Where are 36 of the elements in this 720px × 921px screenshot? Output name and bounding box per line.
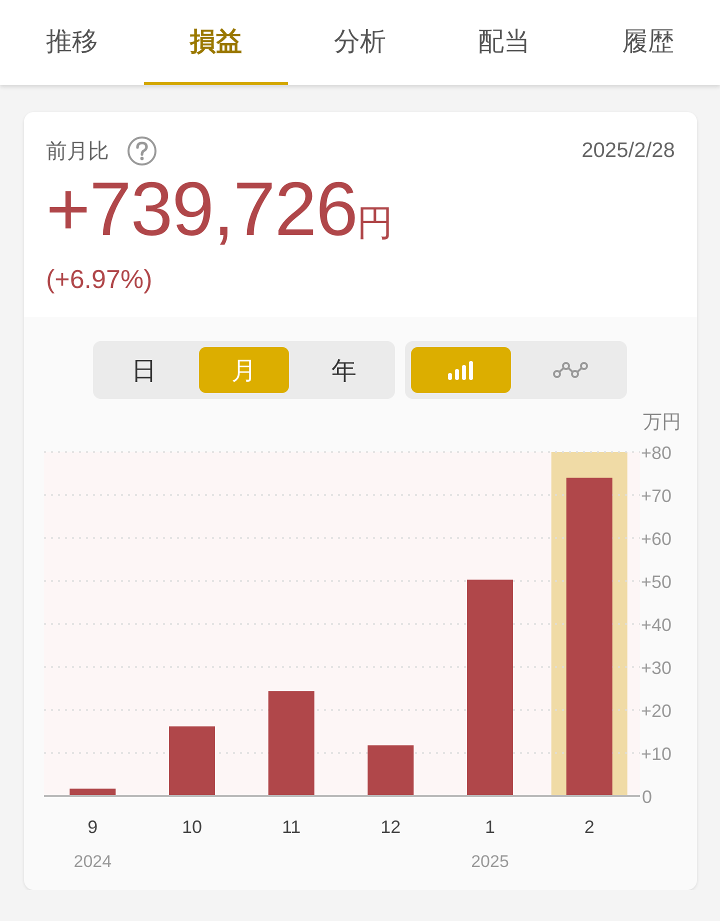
x-tick-label: 10 bbox=[182, 817, 202, 837]
summary-label: 前月比 bbox=[46, 138, 109, 165]
amount-value: +739,726 bbox=[46, 172, 358, 248]
y-tick-label: +80 bbox=[641, 443, 672, 463]
tab[interactable]: 損益 bbox=[144, 0, 288, 85]
bar-chart-icon bbox=[447, 360, 475, 380]
x-tick-label: 2 bbox=[584, 817, 594, 837]
help-icon[interactable] bbox=[127, 136, 157, 166]
year-label: 2025 bbox=[471, 852, 509, 871]
tab[interactable]: 推移 bbox=[0, 0, 144, 85]
axis-unit: 万円 bbox=[643, 411, 681, 433]
period-option[interactable]: 日 bbox=[99, 347, 189, 393]
bar bbox=[169, 726, 215, 796]
x-tick-label: 12 bbox=[380, 817, 401, 837]
chart-type-button[interactable] bbox=[411, 347, 511, 393]
year-label: 2024 bbox=[74, 852, 112, 871]
percent-change: (+6.97%) bbox=[46, 264, 154, 295]
y-tick-label: +10 bbox=[641, 744, 672, 764]
tab[interactable]: 配当 bbox=[432, 0, 576, 85]
bar bbox=[368, 745, 414, 796]
date-text: 2025/2/28 bbox=[582, 139, 675, 163]
y-tick-label: +50 bbox=[641, 572, 672, 592]
tab[interactable]: 履歴 bbox=[576, 0, 720, 85]
tab[interactable]: 分析 bbox=[288, 0, 432, 85]
period-option[interactable]: 年 bbox=[299, 347, 389, 393]
x-tick-label: 1 bbox=[485, 817, 495, 837]
y-tick-label: +70 bbox=[641, 486, 672, 506]
y-tick-label: +60 bbox=[641, 529, 672, 549]
y-tick-label: +40 bbox=[641, 615, 672, 635]
y-tick-label: +20 bbox=[641, 701, 672, 721]
amount-unit: 円 bbox=[357, 202, 394, 246]
y-tick-label: +30 bbox=[641, 658, 672, 678]
y-tick-label: 0 bbox=[642, 787, 652, 807]
x-tick-label: 9 bbox=[88, 817, 98, 837]
x-tick-label: 11 bbox=[282, 817, 301, 837]
line-chart-icon bbox=[553, 361, 589, 379]
